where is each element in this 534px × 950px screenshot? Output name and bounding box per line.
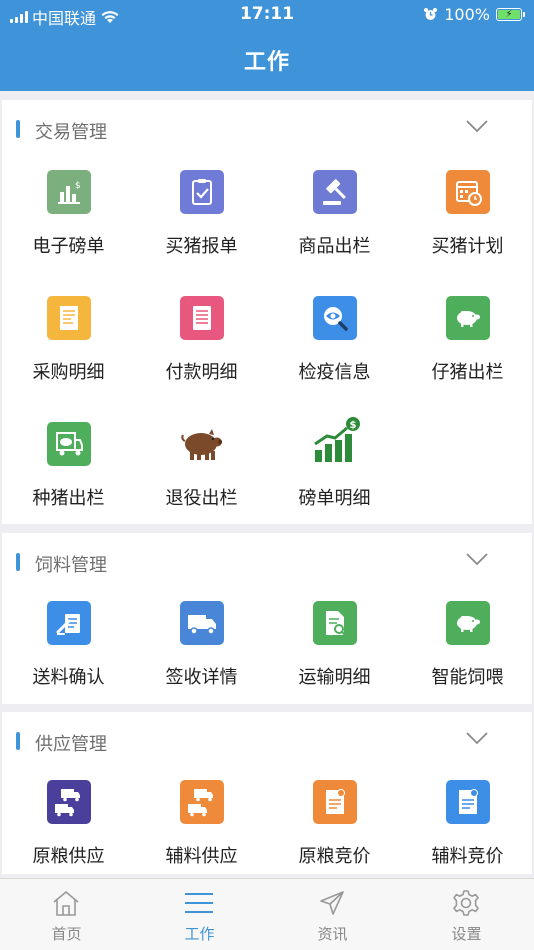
chart-dollar-icon: $ (47, 170, 91, 214)
gavel-icon (313, 170, 357, 214)
tile-label: 辅料供应 (165, 846, 238, 867)
tile-label: 退役出栏 (165, 488, 238, 509)
trucks-icon (47, 780, 91, 824)
tile-label: 送料确认 (32, 667, 105, 688)
trucks-orange-icon (180, 780, 224, 824)
tile-label: 买猪计划 (431, 236, 504, 257)
tile-calendar-clock[interactable]: 买猪计划 (401, 170, 534, 296)
sign-document-icon (47, 601, 91, 645)
chevron-down-icon[interactable] (466, 118, 488, 134)
chevron-down-icon[interactable] (466, 551, 488, 567)
tab-home-label: 首页 (51, 925, 82, 943)
tile-magnifier-eye[interactable]: 检疫信息 (268, 296, 401, 422)
section-2: 饲料管理送料确认 签收详情 运输明细 智能饲喂 (2, 533, 532, 704)
tile-pig-feed[interactable]: 智能饲喂 (401, 601, 534, 727)
chevron-down-icon[interactable] (466, 730, 488, 746)
tile-sign-document[interactable]: 送料确认 (2, 601, 135, 727)
clipboard-check-icon (180, 170, 224, 214)
tile-label: 采购明细 (32, 362, 105, 383)
section-3: 供应管理原粮供应 辅料供应 原粮竞价 辅料竞价 (2, 712, 532, 874)
menu-lines-icon (185, 893, 213, 913)
tile-clipboard-check[interactable]: 买猪报单 (135, 170, 268, 296)
tile-label: 磅单明细 (298, 488, 371, 509)
pig-truck-icon (47, 422, 91, 466)
delivery-truck-icon (180, 601, 224, 645)
home-icon (53, 890, 79, 916)
tile-document-list[interactable]: 付款明细 (135, 296, 268, 422)
section-title: 供应管理 (35, 734, 107, 755)
section-header[interactable]: 供应管理 (2, 712, 532, 756)
tile-label: 种猪出栏 (32, 488, 105, 509)
tile-receipt[interactable]: 采购明细 (2, 296, 135, 422)
bid-document-blue-icon (446, 780, 490, 824)
tab-settings[interactable]: 设置 (400, 879, 533, 950)
tile-label: 原粮竞价 (298, 846, 371, 867)
section-accent-bar (16, 732, 20, 750)
tile-label: 商品出栏 (298, 236, 371, 257)
status-right: 100% ⚡ (423, 5, 525, 24)
tile-growth-chart[interactable]: $ 磅单明细 (268, 417, 401, 548)
section-title: 饲料管理 (35, 555, 107, 576)
brown-pig-icon (176, 422, 228, 466)
tile-label: 买猪报单 (165, 236, 238, 257)
svg-text:$: $ (350, 420, 357, 431)
tile-file-search[interactable]: 运输明细 (268, 601, 401, 727)
section-header[interactable]: 交易管理 (2, 100, 532, 144)
tile-label: 运输明细 (298, 667, 371, 688)
tile-delivery-truck[interactable]: 签收详情 (135, 601, 268, 727)
battery-icon: ⚡ (496, 8, 525, 21)
gear-icon (453, 890, 479, 916)
pig-feed-icon (446, 601, 490, 645)
tile-piglet[interactable]: 仔猪出栏 (401, 296, 534, 422)
magnifier-eye-icon (313, 296, 357, 340)
tab-bar: 首页 工作 资讯 设置 (0, 878, 534, 950)
section-title: 交易管理 (35, 122, 107, 143)
section-header[interactable]: 饲料管理 (2, 533, 532, 577)
tab-work-label: 工作 (184, 925, 215, 943)
tab-settings-label: 设置 (451, 925, 482, 943)
tab-home[interactable]: 首页 (0, 879, 133, 950)
tab-news[interactable]: 资讯 (266, 879, 399, 950)
app-header: 中国联通 17:11 100% ⚡ 工作 (0, 0, 534, 91)
tile-chart-dollar[interactable]: $ 电子磅单 (2, 170, 135, 296)
document-list-icon (180, 296, 224, 340)
svg-text:$: $ (75, 181, 81, 191)
tile-label: 付款明细 (165, 362, 238, 383)
tile-label: 检疫信息 (298, 362, 371, 383)
piglet-icon (446, 296, 490, 340)
tab-news-label: 资讯 (317, 925, 348, 943)
page-title: 工作 (243, 50, 290, 75)
bid-document-icon (313, 780, 357, 824)
calendar-clock-icon (446, 170, 490, 214)
section-1: 交易管理 $ 电子磅单 买猪报单 商品出栏 买猪计划采购明细 付款明细 检疫信息 仔猪出栏种猪出… (2, 100, 532, 524)
tile-pig-truck[interactable]: 种猪出栏 (2, 422, 135, 548)
tile-label: 辅料竞价 (431, 846, 504, 867)
tile-label: 电子磅单 (32, 236, 105, 257)
tile-label: 签收详情 (165, 667, 238, 688)
alarm-icon (424, 8, 438, 20)
tile-label: 智能饲喂 (431, 667, 504, 688)
section-accent-bar (16, 120, 20, 138)
tile-brown-pig[interactable]: 退役出栏 (135, 422, 268, 548)
tile-label: 原粮供应 (32, 846, 105, 867)
section-accent-bar (16, 553, 20, 571)
tab-work[interactable]: 工作 (133, 879, 266, 950)
paper-plane-icon (320, 891, 344, 915)
tile-gavel[interactable]: 商品出栏 (268, 170, 401, 296)
growth-chart-icon: $ (309, 416, 361, 468)
tile-label: 仔猪出栏 (431, 362, 504, 383)
file-search-icon (313, 601, 357, 645)
status-bar: 中国联通 17:11 100% ⚡ (0, 0, 534, 30)
battery-percent: 100% (444, 5, 490, 24)
receipt-icon (47, 296, 91, 340)
